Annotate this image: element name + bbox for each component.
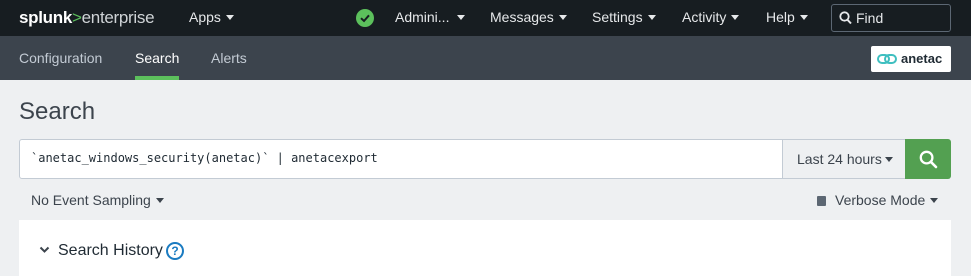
activity-menu-label: Activity: [682, 9, 727, 25]
time-range-picker[interactable]: Last 24 hours: [782, 139, 906, 179]
event-sampling-label: No Event Sampling: [31, 192, 151, 208]
tab-alerts[interactable]: Alerts: [211, 50, 247, 66]
find-placeholder: Find: [856, 10, 884, 26]
health-status-icon[interactable]: [356, 9, 374, 27]
help-menu[interactable]: Help: [766, 9, 808, 25]
top-navigation-bar: splunk>enterprise Apps Admini... Message…: [0, 0, 971, 36]
chevron-down-icon: [558, 15, 567, 20]
chevron-down-icon: [885, 157, 893, 162]
logo-splunk-text: splunk: [19, 8, 72, 27]
chevron-down-icon: [225, 15, 234, 20]
search-history-title[interactable]: Search History: [58, 242, 163, 260]
app-logo-text: anetac: [901, 51, 943, 66]
activity-menu[interactable]: Activity: [682, 9, 740, 25]
logo-arrow: >: [72, 8, 82, 27]
time-range-label: Last 24 hours: [797, 151, 882, 167]
search-icon: [839, 11, 852, 25]
document-icon: [817, 196, 826, 206]
help-menu-label: Help: [766, 9, 795, 25]
search-icon: [919, 150, 938, 169]
logo-enterprise-text: enterprise: [81, 8, 155, 27]
user-menu[interactable]: Admini...: [395, 9, 466, 25]
page-title: Search: [19, 98, 96, 125]
chevron-down-icon[interactable]: [39, 246, 50, 254]
user-menu-label: Admini...: [395, 9, 450, 25]
settings-menu-label: Settings: [592, 9, 643, 25]
search-query-input[interactable]: `anetac_windows_security(anetac)` | anet…: [19, 139, 783, 179]
app-logo: anetac: [871, 46, 951, 72]
chevron-down-icon: [799, 15, 808, 20]
chevron-down-icon: [731, 15, 740, 20]
chevron-down-icon: [457, 15, 466, 20]
messages-menu[interactable]: Messages: [490, 9, 567, 25]
search-mode-dropdown[interactable]: Verbose Mode: [817, 192, 939, 208]
splunk-logo[interactable]: splunk>enterprise: [19, 8, 155, 28]
settings-menu[interactable]: Settings: [592, 9, 656, 25]
active-tab-indicator: [135, 76, 179, 80]
search-mode-label: Verbose Mode: [835, 192, 926, 208]
tab-search[interactable]: Search: [135, 50, 179, 66]
tab-configuration[interactable]: Configuration: [19, 50, 102, 66]
run-search-button[interactable]: [905, 139, 951, 179]
link-icon-ring: [884, 54, 897, 64]
event-sampling-dropdown[interactable]: No Event Sampling: [31, 192, 164, 208]
chevron-down-icon: [155, 198, 164, 203]
apps-menu[interactable]: Apps: [189, 9, 234, 25]
chevron-down-icon: [930, 198, 939, 203]
messages-menu-label: Messages: [490, 9, 554, 25]
apps-menu-label: Apps: [189, 9, 221, 25]
app-navigation-bar: Configuration Search Alerts: [0, 36, 971, 80]
checkmark-icon: [360, 14, 370, 23]
help-icon[interactable]: ?: [166, 242, 184, 260]
search-history-panel: Search History ?: [19, 220, 951, 276]
search-query-text: `anetac_windows_security(anetac)` | anet…: [31, 151, 378, 165]
find-input[interactable]: Find: [831, 4, 951, 32]
chevron-down-icon: [647, 15, 656, 20]
